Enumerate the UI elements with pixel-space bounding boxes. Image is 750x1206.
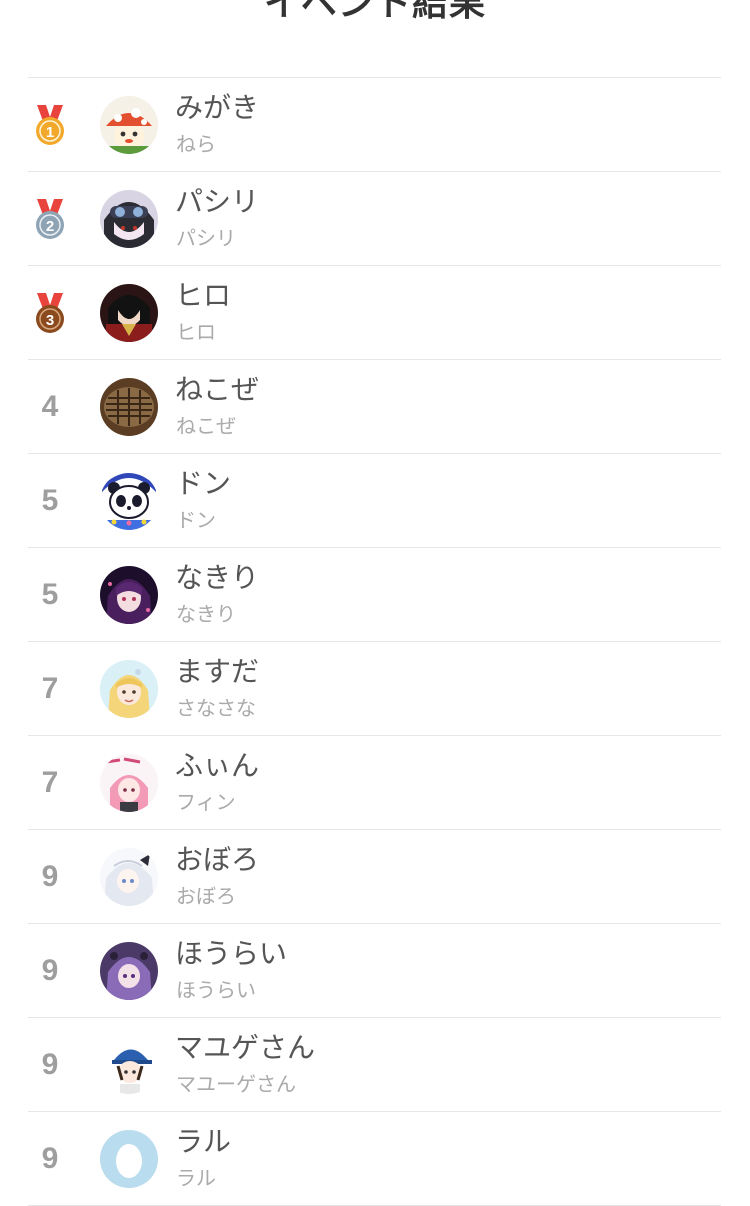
silver-medal-icon: 2 <box>28 172 72 265</box>
player-name: ねこぜ <box>175 373 260 406</box>
player-name: ふぃん <box>175 749 260 782</box>
player-subname: おぼろ <box>176 884 236 908</box>
egg-default-avatar-icon <box>100 1130 158 1188</box>
ranking-row[interactable]: 9 マユゲさん マユーゲさん <box>28 1018 721 1112</box>
player-subname: ねこぜ <box>176 414 236 438</box>
player-subname: ラル <box>176 1166 216 1190</box>
bronze-medal-icon: 3 <box>28 266 72 359</box>
svg-text:2: 2 <box>46 218 54 235</box>
player-name: なきり <box>175 561 260 594</box>
gold-medal-icon: 1 <box>28 78 72 171</box>
player-subname: さなさな <box>176 696 256 720</box>
rank-number: 7 <box>41 671 59 705</box>
pink-hair-avatar-icon <box>100 754 158 812</box>
player-subname: ヒロ <box>176 320 216 344</box>
ranking-row[interactable]: 5 なきり なきり <box>28 548 721 642</box>
ranking-row[interactable]: 4 ねこぜ ねこぜ <box>28 360 721 454</box>
dark-character-avatar-icon <box>100 284 158 342</box>
player-name: みがき <box>175 91 260 124</box>
rank-number: 5 <box>41 577 59 611</box>
player-name: ラル <box>175 1125 232 1158</box>
violet-character-avatar-icon <box>100 942 158 1000</box>
player-subname: ドン <box>176 508 216 532</box>
player-name: ドン <box>175 467 232 500</box>
player-name: おぼろ <box>175 843 260 876</box>
blue-cap-avatar-icon <box>100 1036 158 1094</box>
ranking-row[interactable]: 7 ますだ さなさな <box>28 642 721 736</box>
player-subname: フィン <box>176 790 236 814</box>
rank-number: 4 <box>41 389 59 423</box>
player-name: ヒロ <box>175 279 232 312</box>
ranking-row[interactable]: 5 ドン ドン <box>28 454 721 548</box>
goggles-character-avatar-icon <box>100 190 158 248</box>
svg-text:1: 1 <box>46 124 54 141</box>
ranking-row[interactable]: 1 みがき ねら <box>28 78 721 172</box>
ranking-row[interactable]: 9 ラル ラル <box>28 1112 721 1206</box>
ranking-row[interactable]: 9 おぼろ おぼろ <box>28 830 721 924</box>
rank-number: 9 <box>41 859 59 893</box>
player-subname: なきり <box>176 602 236 626</box>
white-hair-avatar-icon <box>100 848 158 906</box>
player-name: マユゲさん <box>175 1031 316 1064</box>
page-title: イベント結果 <box>263 0 486 24</box>
ranking-row[interactable]: 9 ほうらい ほうらい <box>28 924 721 1018</box>
player-name: パシリ <box>175 185 260 218</box>
player-subname: ほうらい <box>176 978 256 1002</box>
mushroom-avatar-icon <box>100 96 158 154</box>
ranking-row[interactable]: 3 ヒロ ヒロ <box>28 266 721 360</box>
ranking-row[interactable]: 7 ふぃん フィン <box>28 736 721 830</box>
rank-number: 9 <box>41 953 59 987</box>
panda-avatar-icon <box>100 472 158 530</box>
rank-number: 9 <box>41 1047 59 1081</box>
rank-number: 7 <box>41 765 59 799</box>
blonde-girl-avatar-icon <box>100 660 158 718</box>
grill-avatar-icon <box>100 378 158 436</box>
player-subname: マユーゲさん <box>176 1072 296 1096</box>
rank-number: 9 <box>41 1141 59 1175</box>
purple-hair-avatar-icon <box>100 566 158 624</box>
player-subname: ねら <box>176 132 216 156</box>
rank-number: 5 <box>41 483 59 517</box>
player-name: ますだ <box>175 655 260 688</box>
player-name: ほうらい <box>175 937 288 970</box>
ranking-row[interactable]: 2 パシリ パシリ <box>28 172 721 266</box>
player-subname: パシリ <box>176 226 236 250</box>
ranking-list: 1 みがき ねら 2 パシリ パシリ 3 ヒロ ヒロ 4 ねこぜ ねこぜ 5 ド… <box>28 77 721 1206</box>
svg-text:3: 3 <box>46 312 54 329</box>
